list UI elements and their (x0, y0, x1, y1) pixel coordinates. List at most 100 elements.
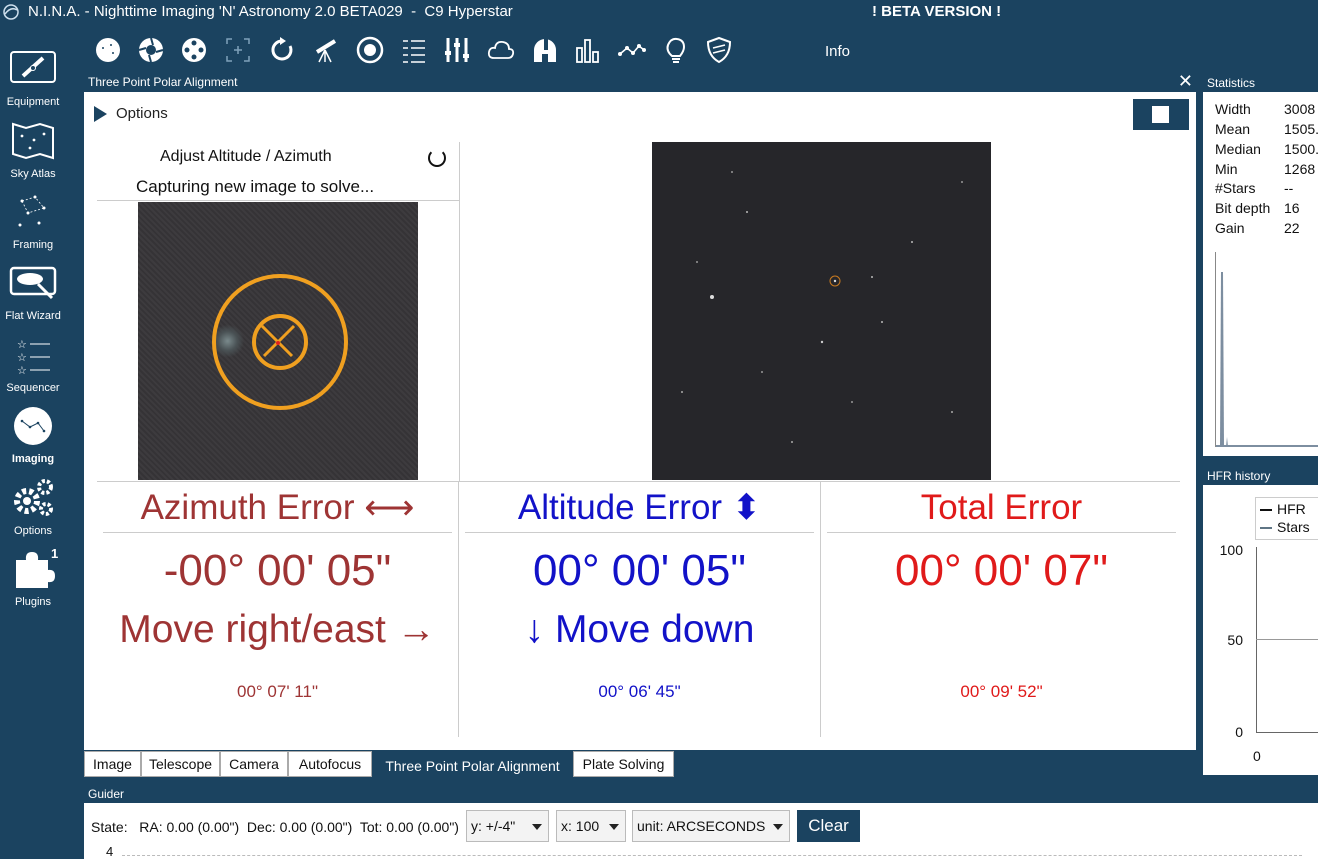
stat-value: 1500. (1284, 141, 1318, 157)
gridline (1256, 639, 1318, 640)
guider-icon[interactable] (356, 36, 384, 64)
panel-header: Three Point Polar Alignment ✕ (84, 71, 1196, 92)
filter-wheel-icon[interactable] (180, 36, 208, 64)
altitude-direction: ↓ Move down (524, 608, 755, 651)
stat-value: 3008 (1284, 101, 1316, 117)
plugins-badge: 1 (51, 546, 59, 561)
bulb-icon[interactable] (662, 36, 690, 64)
captured-star-image (652, 142, 991, 480)
altitude-initial-error: 00° 06' 45" (598, 682, 681, 701)
legend-label: Stars (1277, 519, 1310, 535)
stat-row: Median 1500. (1215, 141, 1318, 161)
tab-plate-solving[interactable]: Plate Solving (573, 751, 674, 777)
y-axis (1256, 547, 1257, 733)
y-tick-label: 100 (1219, 542, 1243, 558)
total-error-panel: Total Error 00° 00' 07" 00° 09' 52" (821, 482, 1182, 737)
focus-target-icon[interactable] (224, 36, 252, 64)
close-icon[interactable]: ✕ (1178, 71, 1193, 92)
rotator-icon[interactable] (268, 36, 296, 64)
switch-list-icon[interactable] (400, 36, 428, 64)
stat-key: Gain (1215, 220, 1245, 236)
stat-row: Min 1268 (1215, 161, 1315, 181)
nav-options[interactable]: Options (0, 477, 66, 547)
sequencer-icon: ☆ ☆ ☆ (17, 338, 50, 374)
equalizer-icon[interactable] (443, 36, 471, 64)
divider (103, 532, 452, 533)
sky-atlas-icon (12, 122, 54, 160)
nav-label: Equipment (6, 96, 60, 108)
options-expander[interactable]: Options (94, 105, 168, 123)
stat-key: #Stars (1215, 180, 1256, 196)
gears-icon (14, 479, 53, 516)
statistics-header: Statistics (1203, 73, 1318, 92)
guider-title: Guider (88, 787, 125, 801)
cloud-icon[interactable] (487, 36, 515, 64)
shield-icon[interactable] (705, 36, 733, 64)
stat-value: 1268 (1284, 161, 1316, 177)
azimuth-direction: Move right/east → (119, 608, 436, 651)
nav-equipment[interactable]: Equipment (0, 48, 66, 118)
app-logo-icon (3, 4, 19, 20)
nav-label: Framing (12, 239, 54, 251)
guider-panel: State: RA: 0.00 (0.00") Dec: 0.00 (0.00"… (84, 803, 1318, 859)
nav-plugins[interactable]: 1 Plugins (0, 546, 66, 618)
telescope-icon[interactable] (311, 36, 339, 64)
stop-button[interactable] (1133, 99, 1189, 130)
nav-framing[interactable]: Framing (0, 191, 66, 261)
tab-image[interactable]: Image (84, 751, 141, 777)
chevron-down-icon (609, 824, 619, 830)
azimuth-initial-error: 00° 07' 11" (237, 682, 318, 701)
info-button[interactable]: Info (825, 43, 850, 60)
legend-item-hfr: HFR (1260, 501, 1306, 519)
nav-sky-atlas[interactable]: Sky Atlas (0, 120, 66, 190)
nav-sequencer[interactable]: ☆ ☆ ☆ Sequencer (0, 334, 66, 404)
options-label: Options (116, 105, 168, 122)
stat-value: 1505. (1284, 121, 1318, 137)
altitude-error-title: Altitude Error ⬍ (517, 488, 762, 527)
polar-alignment-panel: Options Adjust Altitude / Azimuth Captur… (84, 92, 1196, 750)
image-icon[interactable] (94, 36, 122, 64)
guider-y-tick: 4 (106, 844, 114, 859)
y-scale-select[interactable]: y: +/-4" (466, 810, 549, 842)
stars-marker-icon (1260, 527, 1272, 530)
altitude-error-value: 00° 00' 05" (533, 546, 746, 595)
hfr-graph-icon[interactable] (618, 36, 646, 64)
hfr-history-header: HFR history (1203, 467, 1318, 485)
stat-row: Width 3008 (1215, 101, 1315, 121)
stop-icon (1152, 106, 1169, 123)
stat-row: Gain 22 (1215, 220, 1300, 240)
nav-imaging[interactable]: Imaging (0, 405, 66, 475)
tab-three-point-polar-alignment[interactable]: Three Point Polar Alignment (372, 753, 573, 779)
status-line-1: Adjust Altitude / Azimuth (160, 148, 332, 165)
observatory-icon[interactable] (531, 36, 559, 64)
window-title: N.I.N.A. - Nighttime Imaging 'N' Astrono… (28, 3, 513, 20)
stat-value: 16 (1284, 200, 1300, 216)
camera-aperture-icon[interactable] (137, 36, 165, 64)
statistics-panel: Width 3008 Mean 1505. Median 1500. Min 1268 … (1203, 92, 1318, 456)
nav-label: Options (14, 525, 52, 537)
nav-label: Plugins (14, 596, 52, 608)
x-scale-select[interactable]: x: 100 (556, 810, 626, 842)
tab-autofocus[interactable]: Autofocus (288, 751, 372, 777)
tab-camera[interactable]: Camera (220, 751, 288, 777)
imaging-icon (14, 407, 52, 445)
tab-telescope[interactable]: Telescope (141, 751, 220, 777)
unit-select[interactable]: unit: ARCSECONDS (632, 810, 790, 842)
clear-button[interactable]: Clear (797, 810, 860, 842)
legend-item-stars: Stars (1260, 519, 1310, 537)
chart-legend: HFR Stars (1255, 497, 1318, 540)
stat-key: Min (1215, 161, 1238, 177)
svg-text:☆: ☆ (17, 364, 27, 374)
hfr-history-title: HFR history (1207, 469, 1271, 483)
stat-key: Width (1215, 101, 1251, 117)
telescope-box-icon (10, 51, 56, 83)
stat-value: 22 (1284, 220, 1300, 236)
azimuth-error-title: Azimuth Error ⟷ (140, 488, 415, 527)
nav-flat-wizard[interactable]: Flat Wizard (0, 262, 66, 332)
legend-label: HFR (1277, 501, 1306, 517)
total-initial-error: 00° 09' 52" (960, 682, 1043, 701)
flat-wizard-icon (9, 266, 57, 300)
azimuth-error-value: -00° 00' 05" (163, 546, 392, 595)
bar-chart-icon[interactable] (574, 36, 602, 64)
target-preview-image (138, 202, 418, 480)
